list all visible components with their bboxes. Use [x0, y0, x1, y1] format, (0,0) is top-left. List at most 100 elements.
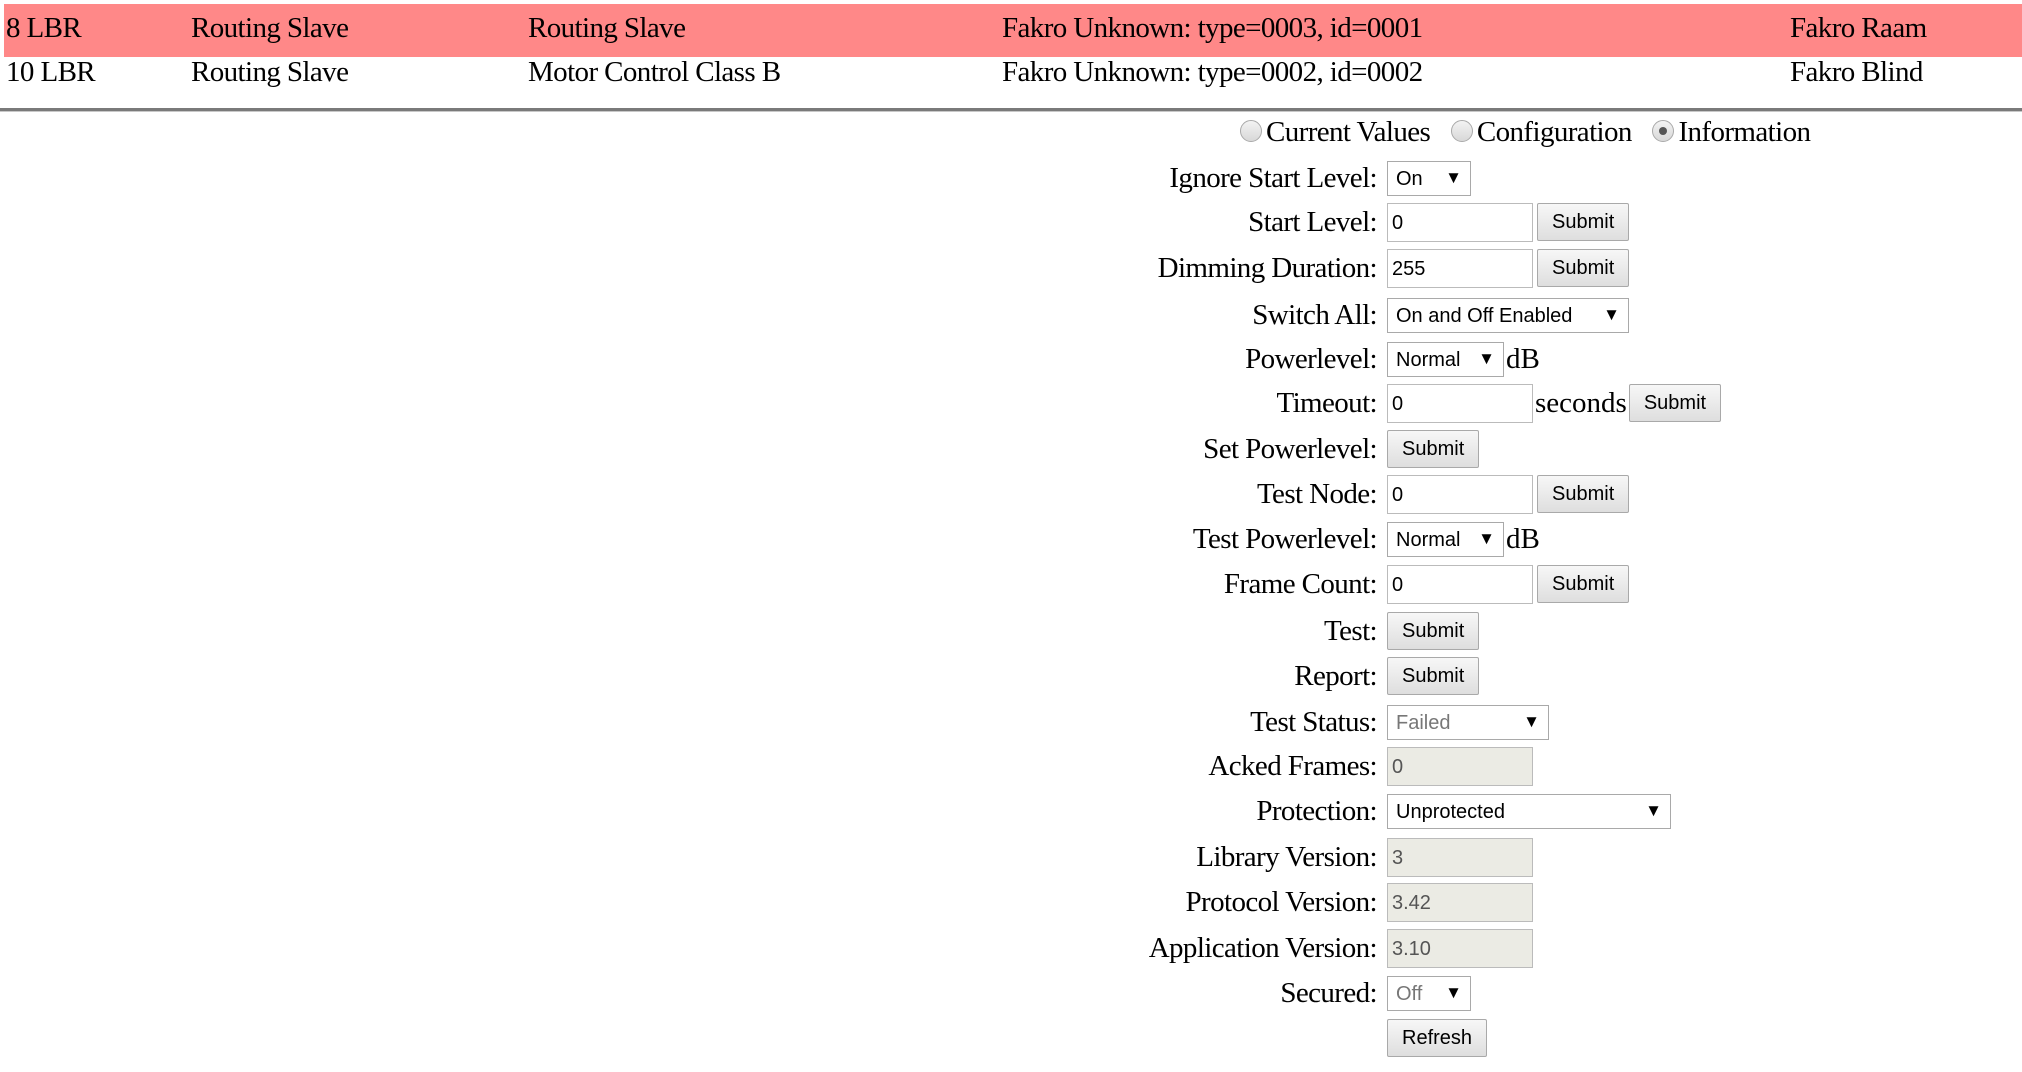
set-powerlevel-submit-button[interactable]: Submit [1387, 430, 1480, 468]
dimming-duration-submit-button[interactable]: Submit [1537, 249, 1630, 287]
field-label: Secured: [1280, 976, 1377, 1009]
frame-count-row: Frame Count: 0 Submit [0, 561, 1630, 607]
test-row: Test: Submit [0, 608, 1480, 654]
unit-label: dB [1506, 522, 1540, 555]
node-generic-type: Motor Control Class B [528, 56, 781, 88]
protocol-version-row: Protocol Version: 3.42 [0, 879, 1533, 925]
test-node-submit-button[interactable]: Submit [1537, 475, 1630, 513]
field-label: Protocol Version: [1185, 885, 1378, 918]
chevron-down-icon: ▼ [1523, 711, 1540, 731]
ignore-start-level-row: Ignore Start Level: On ▼ [0, 155, 1471, 201]
node-generic-type: Routing Slave [528, 12, 686, 44]
chevron-down-icon: ▼ [1478, 528, 1495, 548]
switch-all-row: Switch All: On and Off Enabled ▼ [0, 292, 1629, 338]
node-product: Fakro Unknown: type=0003, id=0001 [1002, 12, 1423, 44]
select-value: Normal [1396, 528, 1461, 551]
protection-select[interactable]: Unprotected ▼ [1387, 793, 1671, 829]
frame-count-input[interactable]: 0 [1387, 564, 1533, 604]
protocol-version-input[interactable]: 3.42 [1387, 882, 1533, 922]
test-powerlevel-select[interactable]: Normal ▼ [1387, 521, 1504, 557]
select-value: On and Off Enabled [1396, 304, 1573, 327]
frame-count-submit-button[interactable]: Submit [1537, 565, 1630, 603]
library-version-row: Library Version: 3 [0, 834, 1533, 880]
report-row: Report: Submit [0, 653, 1480, 699]
node-basic-type: Routing Slave [191, 56, 349, 88]
switch-all-select[interactable]: On and Off Enabled ▼ [1387, 297, 1629, 333]
ignore-start-level-select[interactable]: On ▼ [1387, 160, 1471, 196]
radio-configuration[interactable] [1450, 120, 1473, 143]
field-label: Application Version: [1148, 931, 1378, 964]
field-label: Frame Count: [1223, 567, 1378, 600]
radio-current-values[interactable] [1240, 120, 1262, 143]
secured-row: Secured: Off ▼ [0, 970, 1471, 1016]
node-name: Fakro Raam [1790, 12, 1927, 44]
field-label: Protection: [1256, 794, 1377, 827]
test-status-select[interactable]: Failed ▼ [1387, 704, 1549, 740]
field-label: Powerlevel: [1245, 342, 1378, 375]
refresh-button[interactable]: Refresh [1387, 1019, 1488, 1057]
select-value: On [1396, 167, 1423, 190]
field-label: Acked Frames: [1208, 749, 1377, 782]
field-label: Start Level: [1248, 205, 1378, 238]
select-value: Off [1396, 982, 1423, 1005]
report-submit-button[interactable]: Submit [1387, 657, 1480, 695]
node-product: Fakro Unknown: type=0002, id=0002 [1002, 56, 1423, 88]
select-value: Unprotected [1396, 800, 1505, 823]
application-version-input[interactable]: 3.10 [1387, 928, 1533, 968]
powerlevel-row: Powerlevel: Normal ▼ dB [0, 336, 1540, 382]
powerlevel-select[interactable]: Normal ▼ [1387, 341, 1504, 377]
view-radio-group: Current Values Configuration Information [1236, 116, 1811, 149]
node-row[interactable]: 10 LBR Routing Slave Motor Control Class… [4, 48, 2022, 101]
timeout-row: Timeout: 0 seconds Submit [0, 380, 1722, 426]
radio-label: Information [1678, 116, 1811, 148]
field-label: Test: [1324, 614, 1378, 647]
application-version-row: Application Version: 3.10 [0, 925, 1533, 971]
field-label: Ignore Start Level: [1169, 161, 1377, 194]
chevron-down-icon: ▼ [1445, 167, 1462, 187]
node-name: Fakro Blind [1790, 56, 1923, 88]
radio-label: Configuration [1476, 116, 1633, 148]
chevron-down-icon: ▼ [1478, 348, 1495, 368]
radio-information[interactable] [1652, 120, 1675, 143]
library-version-input[interactable]: 3 [1387, 837, 1533, 877]
field-label: Dimming Duration: [1157, 251, 1378, 284]
test-submit-button[interactable]: Submit [1387, 612, 1480, 650]
refresh-row: Refresh [0, 1015, 1488, 1061]
field-label: Timeout: [1276, 386, 1378, 419]
field-label: Test Node: [1256, 477, 1378, 510]
chevron-down-icon: ▼ [1645, 800, 1662, 820]
field-label: Test Powerlevel: [1192, 522, 1378, 555]
test-powerlevel-row: Test Powerlevel: Normal ▼ dB [0, 516, 1540, 562]
chevron-down-icon: ▼ [1603, 304, 1620, 324]
node-id: 10 LBR [6, 56, 96, 88]
set-powerlevel-row: Set Powerlevel: Submit [0, 426, 1480, 472]
test-status-row: Test Status: Failed ▼ [0, 699, 1549, 745]
secured-select[interactable]: Off ▼ [1387, 975, 1471, 1011]
unit-label: seconds [1535, 386, 1627, 419]
field-label: Switch All: [1252, 298, 1377, 331]
acked-frames-row: Acked Frames: 0 [0, 743, 1533, 789]
protection-row: Protection: Unprotected ▼ [0, 788, 1671, 834]
start-level-submit-button[interactable]: Submit [1537, 203, 1630, 241]
unit-label: dB [1506, 342, 1540, 375]
start-level-row: Start Level: 0 Submit [0, 199, 1630, 245]
node-basic-type: Routing Slave [191, 12, 349, 44]
node-id: 8 LBR [6, 12, 82, 44]
test-node-row: Test Node: 0 Submit [0, 471, 1630, 517]
select-value: Normal [1396, 348, 1461, 371]
radio-label: Current Values [1266, 116, 1431, 148]
divider [0, 108, 2022, 112]
dimming-duration-input[interactable]: 255 [1387, 248, 1533, 288]
timeout-input[interactable]: 0 [1387, 383, 1533, 423]
field-label: Test Status: [1250, 705, 1378, 738]
start-level-input[interactable]: 0 [1387, 202, 1533, 242]
field-label: Report: [1294, 659, 1377, 692]
chevron-down-icon: ▼ [1445, 982, 1462, 1002]
test-node-input[interactable]: 0 [1387, 474, 1533, 514]
select-value: Failed [1396, 711, 1451, 734]
field-label: Library Version: [1196, 840, 1377, 873]
acked-frames-input[interactable]: 0 [1387, 746, 1533, 786]
timeout-submit-button[interactable]: Submit [1628, 384, 1722, 422]
dimming-duration-row: Dimming Duration: 255 Submit [0, 245, 1630, 291]
field-label: Set Powerlevel: [1203, 432, 1377, 465]
